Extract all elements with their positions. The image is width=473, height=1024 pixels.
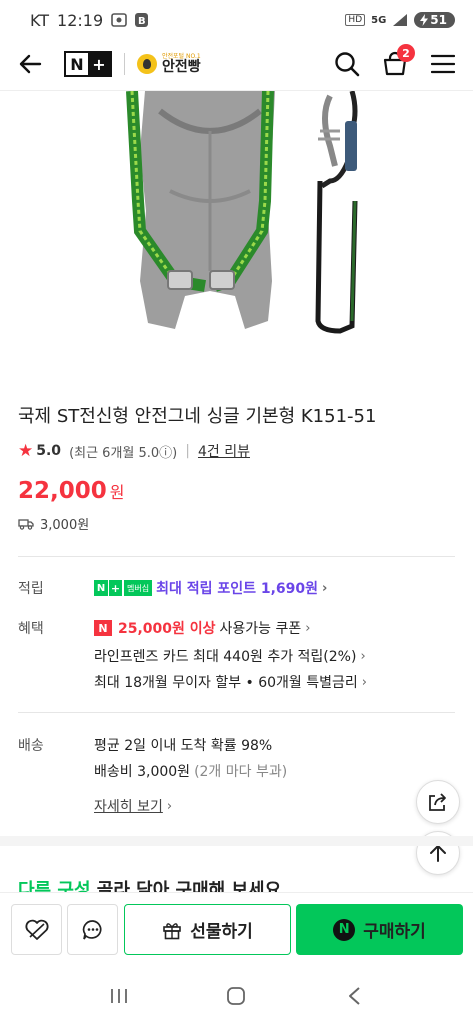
points-label: 적립 <box>18 581 44 597</box>
chevron-right-icon: › <box>360 648 366 664</box>
price-value: 22,000 <box>18 478 107 504</box>
shipping-fee: 3,000원 <box>40 518 90 533</box>
back-button[interactable] <box>16 50 44 78</box>
gift-icon <box>163 922 182 939</box>
recent-apps-button[interactable] <box>104 981 134 1011</box>
charging-icon <box>420 14 429 26</box>
gift-button-label: 선물하기 <box>190 922 253 942</box>
back-chevron-icon <box>349 987 360 1005</box>
hd-indicator: HD <box>345 14 366 26</box>
menu-icon <box>431 54 455 74</box>
price-unit: 원 <box>109 483 125 502</box>
card-benefit-row[interactable]: 라인프렌즈 카드 최대 440원 추가 적립(2%) › <box>94 646 366 666</box>
card-benefit-text: 라인프렌즈 카드 최대 440원 추가 적립(2%) <box>94 649 357 665</box>
rating-score: 5.0 <box>36 443 62 459</box>
section-divider <box>18 556 455 557</box>
chevron-right-icon: › <box>305 620 311 636</box>
delivery-label: 배송 <box>18 738 44 754</box>
store-logo-icon <box>137 54 157 74</box>
battery-indicator: 51 <box>414 12 455 28</box>
header-divider <box>124 53 125 75</box>
delivery-fee-note: (2개 마다 부과) <box>194 764 288 780</box>
talk-talk-button[interactable] <box>67 904 118 955</box>
chevron-right-icon: › <box>322 580 328 596</box>
heart-icon <box>24 919 49 940</box>
cart-count-badge: 2 <box>397 44 415 62</box>
max-points-text: 최대 적립 포인트 1,690원 <box>156 581 319 597</box>
delivery-fee-row: 배송비 3,000원 (2개 마다 부과) <box>94 761 287 781</box>
arrival-row: 평균 2일 이내 도착 확률 98% <box>94 735 272 755</box>
nplus-membership-badge: N + 멤버십 <box>94 580 153 596</box>
battery-level: 51 <box>430 13 447 27</box>
truck-icon <box>18 518 34 530</box>
screenshot-icon <box>111 13 127 27</box>
coupon-amount: 25,000원 이상 <box>118 621 216 637</box>
review-link[interactable]: 4건 리뷰 <box>198 441 250 461</box>
rating-detail[interactable]: (최근 6개월 5.0ⓘ) <box>69 442 177 461</box>
coupon-text: 사용가능 쿠폰 <box>219 621 302 637</box>
star-icon: ★ <box>18 441 34 461</box>
buy-button-label: 구매하기 <box>363 922 426 942</box>
arrow-up-icon <box>430 845 446 862</box>
network-indicator: 5G <box>371 14 387 26</box>
signal-icon <box>393 14 408 26</box>
coupon-row[interactable]: N 25,000원 이상 사용가능 쿠폰 › <box>94 618 310 638</box>
delivery-detail-text: 자세히 보기 <box>94 799 163 815</box>
back-arrow-icon <box>19 54 42 74</box>
naver-n-coupon-icon: N <box>94 620 112 636</box>
rating-separator: | <box>185 443 190 459</box>
installment-row[interactable]: 최대 18개월 무이자 할부 • 60개월 특별금리 › <box>94 672 367 692</box>
share-icon <box>429 793 446 811</box>
clock: 12:19 <box>57 10 104 30</box>
section-band <box>0 836 473 846</box>
store-name: 안전빵 <box>162 59 201 75</box>
gift-button[interactable]: 선물하기 <box>124 904 291 955</box>
app-header: N + 안전포털 NO.1 안전빵 2 <box>0 40 473 88</box>
delivery-detail-link[interactable]: 자세히 보기 › <box>94 796 172 816</box>
rating-row: ★ 5.0 (최근 6개월 5.0ⓘ) | 4건 리뷰 <box>18 441 250 461</box>
chevron-right-icon: › <box>361 674 367 690</box>
b-app-icon: B <box>135 13 149 27</box>
recent-apps-icon <box>110 989 127 1003</box>
nplus-plus: + <box>88 53 110 75</box>
delivery-fee-text: 배송비 3,000원 <box>94 764 191 780</box>
nplus-store-logo[interactable]: N + <box>64 51 112 77</box>
arrival-text: 평균 2일 이내 도착 확률 98% <box>94 738 273 754</box>
cart-button[interactable]: 2 <box>381 44 415 78</box>
product-title: 국제 ST전신형 안전그네 싱글 기본형 K151-51 <box>18 406 377 427</box>
wishlist-button[interactable] <box>11 904 62 955</box>
chat-icon <box>82 919 101 939</box>
search-icon <box>335 52 360 77</box>
section-divider <box>18 712 455 713</box>
buy-button[interactable]: N 구매하기 <box>296 904 463 955</box>
home-icon <box>227 987 246 1005</box>
benefits-label: 혜택 <box>18 621 44 637</box>
shipping-fee-row: 3,000원 <box>18 514 89 533</box>
search-button[interactable] <box>333 50 361 78</box>
price: 22,000 원 <box>18 478 125 504</box>
status-bar: KT 12:19 B HD 5G 51 <box>0 0 473 40</box>
store-brand[interactable]: 안전포털 NO.1 안전빵 <box>137 54 201 74</box>
product-image[interactable] <box>0 91 473 361</box>
carrier-label: KT <box>30 10 50 30</box>
naver-pay-n-icon: N <box>333 918 356 941</box>
membership-badge-text: 멤버십 <box>124 580 153 596</box>
points-row[interactable]: N + 멤버십 최대 적립 포인트 1,690원 › <box>94 578 327 598</box>
system-nav-bar <box>0 968 473 1024</box>
home-button[interactable] <box>221 981 251 1011</box>
purchase-action-bar: 선물하기 N 구매하기 <box>0 892 473 966</box>
nplus-n: N <box>66 53 88 75</box>
system-back-button[interactable] <box>339 981 369 1011</box>
installment-text: 최대 18개월 무이자 할부 • 60개월 특별금리 <box>94 675 358 691</box>
menu-button[interactable] <box>429 50 457 78</box>
chevron-right-icon: › <box>166 798 173 814</box>
share-button[interactable] <box>416 780 460 824</box>
svg-text:B: B <box>138 16 146 27</box>
